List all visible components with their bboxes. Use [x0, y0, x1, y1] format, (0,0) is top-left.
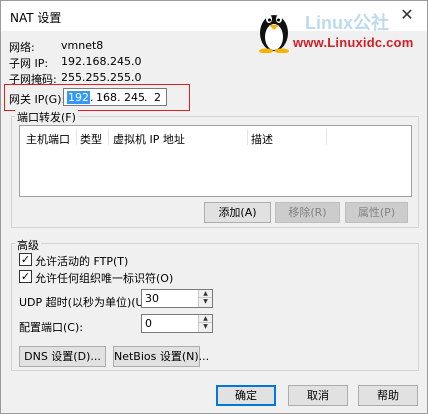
- port-forwarding-title: 端口转发(F): [15, 109, 78, 125]
- port-forwarding-list[interactable]: 主机端口 类型 虚拟机 IP 地址 描述: [19, 125, 412, 197]
- gateway-ip-octet-3[interactable]: 245: [124, 91, 145, 104]
- column-separator: [326, 129, 327, 145]
- watermark-faint-text: Linux公社: [305, 13, 389, 33]
- gateway-row: 网关 IP(G): 192 . 168 . 245 . 2: [4, 84, 190, 111]
- allow-ftp-checkbox[interactable]: ✓: [19, 253, 32, 266]
- column-separator: [108, 129, 109, 145]
- triangle-down-icon[interactable]: ▼: [199, 323, 212, 331]
- allow-ftp-label[interactable]: 允许活动的 FTP(T): [35, 253, 128, 269]
- remove-button[interactable]: 移除(R): [275, 202, 340, 223]
- triangle-up-icon[interactable]: ▲: [199, 290, 212, 298]
- window-title: NAT 设置: [10, 11, 62, 25]
- config-port-label: 配置端口(C):: [19, 321, 83, 334]
- udp-timeout-stepper[interactable]: 30 ▲ ▼: [141, 289, 213, 308]
- config-port-stepper[interactable]: 0 ▲ ▼: [141, 314, 213, 333]
- column-separator: [247, 129, 248, 145]
- column-type[interactable]: 类型: [80, 131, 102, 147]
- config-port-arrows: ▲ ▼: [198, 315, 212, 332]
- watermark-url: www.Linuxidc.com: [293, 35, 414, 50]
- ok-button[interactable]: 确定: [216, 385, 276, 406]
- column-host-port[interactable]: 主机端口: [26, 131, 70, 147]
- netbios-settings-button[interactable]: NetBios 设置(N)...: [113, 346, 209, 367]
- column-separator: [76, 129, 77, 145]
- dns-settings-button[interactable]: DNS 设置(D)...: [19, 346, 106, 367]
- gateway-ip-dot: .: [117, 91, 121, 104]
- help-button[interactable]: 帮助: [358, 385, 418, 406]
- gateway-ip-dot: .: [90, 91, 94, 104]
- gateway-ip-input[interactable]: 192 . 168 . 245 . 2: [63, 88, 167, 106]
- udp-timeout-label: UDP 超时(以秒为单位)(U):: [19, 296, 152, 309]
- properties-button[interactable]: 属性(P): [345, 202, 408, 223]
- subnet-ip-label: 子网 IP:: [9, 57, 49, 70]
- advanced-title: 高级: [15, 237, 41, 253]
- network-value: vmnet8: [61, 39, 104, 52]
- nat-settings-dialog: NAT 设置 ✕ Linux公社 www.Linuxidc.com 网络: vm…: [0, 0, 428, 414]
- watermark: Linux公社 www.Linuxidc.com: [253, 1, 427, 59]
- subnet-ip-value: 192.168.245.0: [61, 55, 142, 68]
- config-port-value[interactable]: 0: [145, 317, 152, 330]
- column-vm-ip[interactable]: 虚拟机 IP 地址: [113, 131, 185, 147]
- udp-timeout-value[interactable]: 30: [145, 292, 159, 305]
- cancel-button[interactable]: 取消: [288, 385, 348, 406]
- column-description[interactable]: 描述: [251, 131, 273, 147]
- gateway-ip-octet-4[interactable]: 2: [154, 91, 161, 104]
- triangle-up-icon[interactable]: ▲: [199, 315, 212, 323]
- triangle-down-icon[interactable]: ▼: [199, 298, 212, 306]
- allow-ouid-label[interactable]: 允许任何组织唯一标识符(O): [35, 270, 173, 286]
- network-label: 网络:: [9, 41, 35, 54]
- check-icon: ✓: [20, 253, 31, 266]
- tux-penguin-icon: [259, 15, 289, 53]
- udp-timeout-arrows: ▲ ▼: [198, 290, 212, 307]
- allow-ouid-checkbox[interactable]: ✓: [19, 270, 32, 283]
- check-icon: ✓: [20, 270, 31, 283]
- gateway-ip-dot: .: [144, 91, 148, 104]
- gateway-label: 网关 IP(G):: [9, 93, 66, 106]
- gateway-ip-octet-2[interactable]: 168: [96, 91, 117, 104]
- gateway-ip-octet-1[interactable]: 192: [67, 91, 90, 104]
- subnet-mask-value: 255.255.255.0: [61, 71, 142, 84]
- add-button[interactable]: 添加(A): [204, 202, 271, 223]
